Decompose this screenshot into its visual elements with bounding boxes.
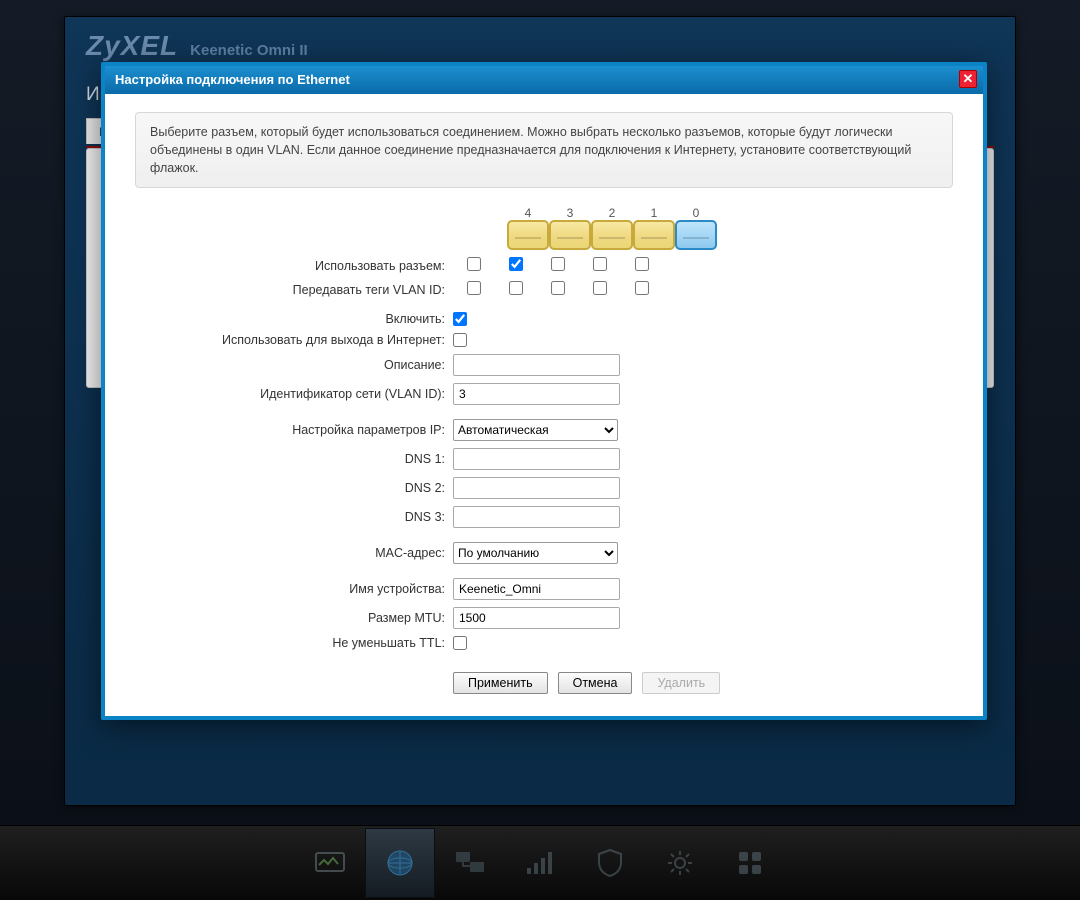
ethernet-port-icon: [675, 220, 717, 250]
use-port-3-checkbox[interactable]: [509, 257, 523, 271]
label-description: Описание:: [135, 358, 453, 372]
delete-button: Удалить: [642, 672, 720, 694]
ethernet-port-icon: [591, 220, 633, 250]
dns1-input[interactable]: [453, 448, 620, 470]
label-dns2: DNS 2:: [135, 481, 453, 495]
label-ip-mode: Настройка параметров IP:: [135, 423, 453, 437]
ttl-checkbox[interactable]: [453, 636, 467, 650]
use-port-0-checkbox[interactable]: [635, 257, 649, 271]
label-enable: Включить:: [135, 312, 453, 326]
port-label-0: 0: [675, 206, 717, 220]
mac-select[interactable]: По умолчанию: [453, 542, 618, 564]
vlan-tag-3-checkbox[interactable]: [509, 281, 523, 295]
use-port-2-checkbox[interactable]: [551, 257, 565, 271]
label-mac: MAC-адрес:: [135, 546, 453, 560]
ethernet-port-icon: [507, 220, 549, 250]
dock-gear-icon[interactable]: [645, 828, 715, 898]
dock-signal-icon[interactable]: [505, 828, 575, 898]
port-label-4: 4: [507, 206, 549, 220]
dns3-input[interactable]: [453, 506, 620, 528]
dock-apps-icon[interactable]: [715, 828, 785, 898]
modal-titlebar: Настройка подключения по Ethernet ✕: [105, 66, 983, 94]
label-mtu: Размер MTU:: [135, 611, 453, 625]
ethernet-connection-modal: Настройка подключения по Ethernet ✕ Выбе…: [101, 62, 987, 720]
dock-shield-icon[interactable]: [575, 828, 645, 898]
dns2-input[interactable]: [453, 477, 620, 499]
use-port-checkbox-row: [453, 257, 663, 274]
label-vlan-id: Идентификатор сети (VLAN ID):: [135, 387, 453, 401]
port-label-3: 3: [549, 206, 591, 220]
ethernet-port-icon: [633, 220, 675, 250]
dock-globe-icon[interactable]: [365, 828, 435, 898]
vlan-tag-4-checkbox[interactable]: [467, 281, 481, 295]
vlan-tag-checkbox-row: [453, 281, 663, 298]
vlan-tag-0-checkbox[interactable]: [635, 281, 649, 295]
label-use-internet: Использовать для выхода в Интернет:: [135, 333, 453, 347]
dock-network-icon[interactable]: [435, 828, 505, 898]
dock-monitor-icon[interactable]: [295, 828, 365, 898]
ports-selector: 4 3 2 1 0: [329, 206, 759, 250]
port-label-2: 2: [591, 206, 633, 220]
mtu-input[interactable]: [453, 607, 620, 629]
enable-checkbox[interactable]: [453, 312, 467, 326]
modal-intro-text: Выберите разъем, который будет использов…: [135, 112, 953, 188]
label-ttl: Не уменьшать TTL:: [135, 636, 453, 650]
use-internet-checkbox[interactable]: [453, 333, 467, 347]
label-device-name: Имя устройства:: [135, 582, 453, 596]
use-port-1-checkbox[interactable]: [593, 257, 607, 271]
modal-close-button[interactable]: ✕: [959, 70, 977, 88]
device-name-input[interactable]: [453, 578, 620, 600]
apply-button[interactable]: Применить: [453, 672, 548, 694]
modal-title-text: Настройка подключения по Ethernet: [115, 72, 350, 87]
ethernet-port-icon: [549, 220, 591, 250]
port-label-1: 1: [633, 206, 675, 220]
cancel-button[interactable]: Отмена: [558, 672, 633, 694]
use-port-4-checkbox[interactable]: [467, 257, 481, 271]
description-input[interactable]: [453, 354, 620, 376]
vlan-id-input[interactable]: [453, 383, 620, 405]
label-dns1: DNS 1:: [135, 452, 453, 466]
label-use-port: Использовать разъем:: [135, 259, 453, 273]
vlan-tag-2-checkbox[interactable]: [551, 281, 565, 295]
vlan-tag-1-checkbox[interactable]: [593, 281, 607, 295]
label-dns3: DNS 3:: [135, 510, 453, 524]
bottom-dock: [0, 825, 1080, 900]
ip-mode-select[interactable]: Автоматическая: [453, 419, 618, 441]
label-vlan-tag: Передавать теги VLAN ID:: [135, 283, 453, 297]
